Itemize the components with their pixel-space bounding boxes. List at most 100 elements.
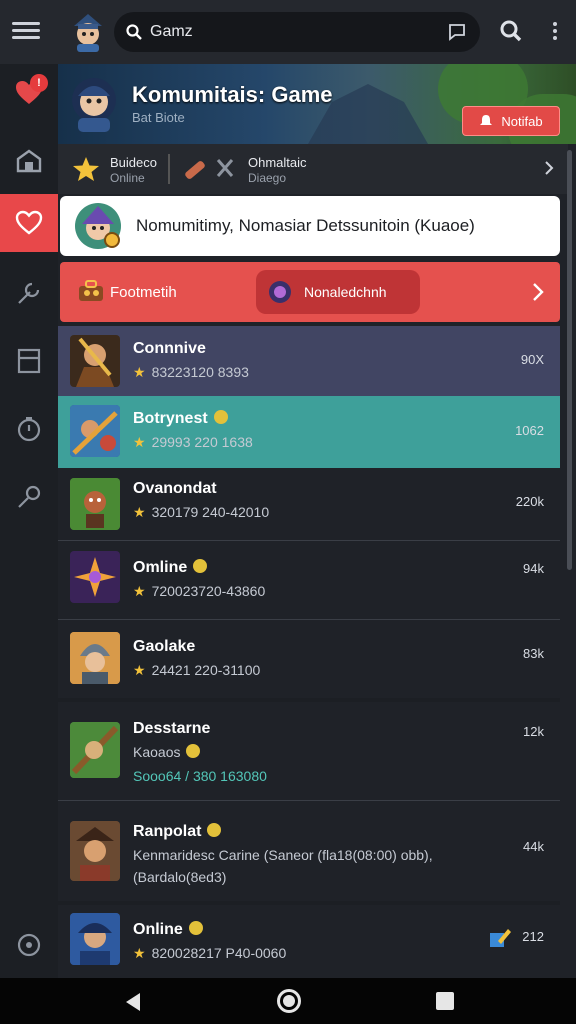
- list-item-count: 83k: [523, 646, 544, 661]
- sidebar-item-timer[interactable]: [0, 400, 58, 458]
- list-item-name: Gaolake: [133, 638, 196, 655]
- list-item-thumbnail: [70, 551, 120, 603]
- recent-apps-icon[interactable]: [436, 992, 454, 1010]
- welcome-card[interactable]: Nomumitimy, Nomasiar Detssunitoin (Kuaoe…: [60, 196, 560, 256]
- system-nav-bar: [0, 978, 576, 1024]
- wrench-icon: [18, 282, 40, 304]
- list-item-thumbnail: [70, 821, 120, 881]
- list-item-count: 212: [522, 929, 544, 944]
- list-item-thumbnail: [70, 913, 120, 965]
- sidebar: !: [0, 64, 58, 978]
- sidebar-item-settings[interactable]: [0, 916, 58, 974]
- sidebar-item-explore[interactable]: [0, 468, 58, 526]
- flag-icon[interactable]: [448, 23, 466, 46]
- banner-pill-button[interactable]: Nonaledchnh: [256, 270, 420, 314]
- list-item[interactable]: Connnive ★ 83223120 8393 90X: [58, 326, 560, 396]
- community-avatar: [66, 74, 122, 134]
- sidebar-item-favorites[interactable]: !: [0, 64, 58, 122]
- list-item-count: 94k: [523, 561, 544, 576]
- list-item-thumbnail: [70, 632, 120, 684]
- welcome-text: Nomumitimy, Nomasiar Detssunitoin (Kuaoe…: [136, 216, 475, 235]
- list-item-name: Online: [133, 921, 203, 939]
- banner-label: Footmetih: [110, 284, 177, 301]
- search-bar[interactable]: Gamz: [114, 12, 480, 52]
- list-item-meta: ★ 320179 240-42010: [133, 504, 270, 520]
- notification-badge: !: [30, 74, 48, 92]
- home-icon[interactable]: [277, 989, 301, 1013]
- panel-icon: [17, 348, 41, 374]
- banner-pill-label: Nonaledchnh: [304, 284, 387, 300]
- search-icon: [126, 24, 142, 45]
- welcome-avatar: [74, 202, 122, 250]
- list-item[interactable]: Desstarne Kaoaos Sooo64 / 380 163080 12k: [58, 702, 560, 800]
- list-item-sub: Kenmaridesc Carine (Saneor (fla18(08:00)…: [133, 847, 433, 863]
- tools-icon: [182, 156, 238, 187]
- status-right-title: Ohmaltaic: [248, 155, 307, 170]
- scrollbar[interactable]: [567, 150, 572, 570]
- status-row[interactable]: Buideco Online Ohmaltaic Diaego: [58, 144, 568, 194]
- list-item-meta: ★ 820028217 P40-0060: [133, 945, 287, 961]
- list-item[interactable]: Botrynest ★ 29993 220 1638 1062: [58, 396, 560, 468]
- list-item[interactable]: Omline ★ 720023720-43860 94k: [58, 541, 560, 619]
- list-item-name: Ovanondat: [133, 480, 217, 497]
- status-right-sub: Diaego: [248, 171, 287, 185]
- emoji-icon: [186, 744, 201, 758]
- page-title: Komumitais: Game: [132, 82, 333, 107]
- list-item[interactable]: Ovanondat ★ 320179 240-42010 220k: [58, 468, 560, 540]
- status-left-sub: Online: [110, 171, 145, 185]
- list-item-thumbnail: [70, 722, 120, 778]
- clock-icon: [17, 417, 41, 442]
- sidebar-item-home[interactable]: [0, 132, 58, 190]
- app-root: Gamz ! Komumitais: Game Bat Biote Notifa…: [0, 0, 576, 1024]
- list-item-count: 220k: [515, 494, 544, 509]
- star-icon: [72, 156, 100, 187]
- list-item-name: Botrynest: [133, 410, 228, 428]
- list-item-meta: ★ 83223120 8393: [133, 364, 249, 380]
- search-query[interactable]: Gamz: [150, 23, 193, 41]
- notify-button[interactable]: Notifab: [462, 106, 560, 136]
- user-avatar[interactable]: [70, 12, 106, 52]
- heart-outline-icon: [15, 210, 43, 235]
- divider: [168, 154, 170, 184]
- list-item-count: 12k: [523, 724, 544, 739]
- list-item-meta: ★ 29993 220 1638: [133, 434, 253, 450]
- list-item-thumbnail: [70, 478, 120, 530]
- list-item[interactable]: Ranpolat Kenmaridesc Carine (Saneor (fla…: [58, 801, 560, 901]
- chevron-right-icon: [532, 282, 544, 307]
- list-item-name: Ranpolat: [133, 823, 222, 841]
- list-item-sub-2: (Bardalo(8ed3): [133, 869, 227, 885]
- list-item-name: Connnive: [133, 340, 206, 357]
- badge-icon: [207, 823, 222, 837]
- list-item-count: 44k: [523, 839, 544, 854]
- pencil-icon[interactable]: [488, 927, 512, 954]
- status-left-title: Buideco: [110, 155, 157, 170]
- sidebar-item-library[interactable]: [0, 332, 58, 390]
- page-subtitle: Bat Biote: [132, 110, 185, 125]
- list-item-meta: Sooo64 / 380 163080: [133, 768, 267, 784]
- key-icon: [18, 485, 41, 508]
- promo-banner[interactable]: Footmetih Nonaledchnh: [60, 262, 560, 322]
- list-item-name: Omline: [133, 559, 208, 577]
- list-item-thumbnail: [70, 335, 120, 387]
- bag-icon: [78, 280, 104, 307]
- list-item-count: 1062: [515, 423, 544, 438]
- more-options-icon[interactable]: [549, 20, 561, 44]
- sidebar-item-tools[interactable]: [0, 264, 58, 322]
- list-item-thumbnail: [70, 405, 120, 457]
- list-item-meta: ★ 720023720-43860: [133, 583, 266, 599]
- community-header: Komumitais: Game Bat Biote Notifab: [58, 64, 576, 144]
- list-item[interactable]: Gaolake ★ 24421 220-31100 83k: [58, 620, 560, 698]
- orb-icon: [268, 280, 292, 309]
- menu-icon[interactable]: [12, 18, 40, 44]
- badge-icon: [213, 410, 228, 424]
- back-icon[interactable]: [124, 992, 142, 1017]
- list-item-sub: Kaoaos: [133, 744, 201, 760]
- bell-icon: [480, 115, 493, 125]
- chevron-right-icon: [544, 160, 554, 181]
- search-icon[interactable]: [500, 20, 522, 47]
- sidebar-item-community[interactable]: [0, 194, 58, 252]
- emoji-icon: [193, 559, 208, 573]
- list-item[interactable]: Online ★ 820028217 P40-0060 212: [58, 905, 560, 978]
- list-item-name: Desstarne: [133, 720, 211, 737]
- top-bar: Gamz: [0, 0, 576, 64]
